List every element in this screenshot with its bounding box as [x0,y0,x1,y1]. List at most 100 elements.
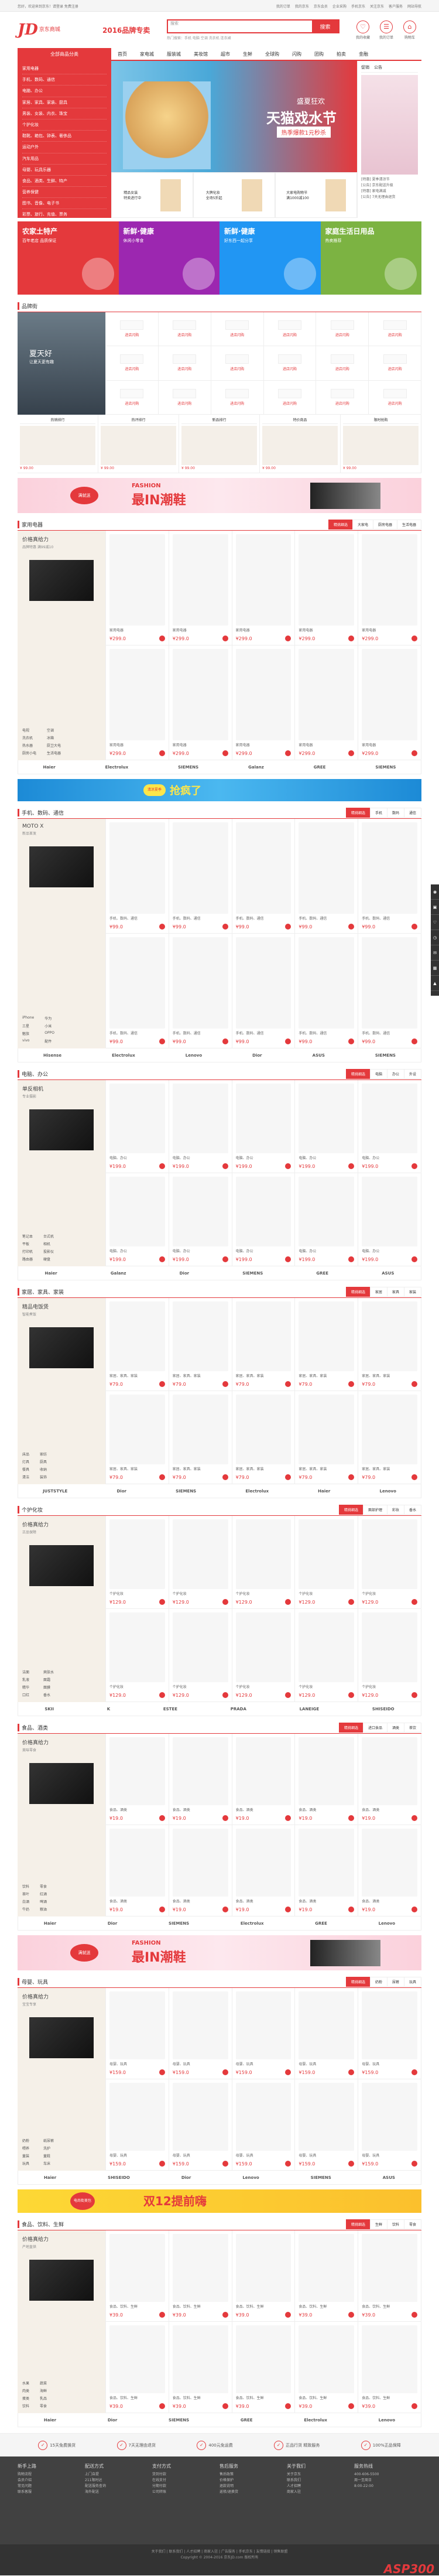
brand-logo-text[interactable]: Electrolux [112,1053,135,1058]
add-cart-icon[interactable] [222,1692,228,1698]
category-item[interactable]: 男装、女装、内衣、珠宝 [22,108,107,119]
floor-tab[interactable]: 数码 [386,808,404,818]
add-cart-icon[interactable] [222,1256,228,1262]
category-item[interactable]: 鞋靴、箱包、钟表、奢侈品 [22,131,107,142]
product-card[interactable]: 个护化妆 ¥129.0 [169,1516,232,1609]
floor-feature[interactable]: 价格真给力 美味零食 饮料 零食 茶叶 红酒 白酒 啤酒 牛奶 粮油 [18,1734,105,1916]
add-cart-icon[interactable] [285,2069,291,2075]
product-card[interactable]: 家用电器 ¥299.0 [358,531,421,645]
floor-tab[interactable]: 电脑 [369,1069,387,1079]
product-card[interactable]: 个护化妆 ¥129.0 [169,1609,232,1702]
add-cart-icon[interactable] [348,1256,355,1262]
nav-item[interactable]: 超市 [221,51,230,57]
footer-link[interactable]: 常见问题 [18,2483,85,2489]
product-card[interactable]: 电脑、办公 ¥199.0 [169,1173,232,1266]
service-item[interactable]: ✓ 15天免费换货 [38,2441,76,2450]
topbar-link[interactable]: 企业采购 [332,5,347,9]
brand-logo-text[interactable]: ASUS [382,1271,394,1276]
product-card[interactable]: 家用电器 ¥299.0 [232,531,296,645]
footer-link[interactable]: 周一至周日 [354,2478,421,2483]
add-cart-icon[interactable] [159,1163,165,1169]
brand-logo-text[interactable]: SIEMENS [178,765,198,770]
floor-tab[interactable]: 家居 [369,1287,387,1297]
product-card[interactable]: 食品、饮料、生鲜 ¥39.0 [358,2230,421,2322]
banner-thumb[interactable]: 大牌化妆 全场5折起 [193,172,275,218]
brand-logo-text[interactable]: SIEMENS [375,1053,396,1058]
brand-cell[interactable]: 进店闪购 [106,312,159,347]
product-card[interactable]: 家居、家具、家装 ¥79.0 [232,1298,296,1391]
orders-link[interactable]: ☰ 我的订单 [375,20,398,40]
floor-keyword[interactable]: 海鲜 [40,2388,47,2393]
add-cart-icon[interactable] [159,1256,165,1262]
search-input[interactable]: 搜索 [168,21,312,32]
brand-logo-text[interactable]: Lenovo [379,1921,395,1926]
brand-cell[interactable]: 进店闪购 [158,312,211,347]
floor-keyword[interactable]: 厨房小电 [22,750,36,756]
category-item[interactable]: 手机、数码、通信 [22,74,107,86]
brand-cell[interactable]: 进店闪购 [369,312,421,347]
floor-tab[interactable]: 彩妆 [386,1505,404,1515]
floor-keyword[interactable]: 装饰 [40,1474,47,1480]
floor-keyword[interactable]: 冰箱 [47,735,61,740]
news-item[interactable]: [公告] 京东配送升级 [361,183,418,189]
hot-keywords[interactable]: 热门搜索：手机 电脑 空调 洗衣机 连衣裙 [167,35,339,40]
floor-keyword[interactable]: 小米 [44,1023,56,1029]
floor-tab[interactable]: 精挑细选 [338,1723,363,1733]
floor-keyword[interactable]: 白酒 [22,1899,29,1904]
add-cart-icon[interactable] [222,750,228,756]
product-card[interactable]: 个护化妆 ¥129.0 [232,1609,296,1702]
add-cart-icon[interactable] [159,1038,165,1044]
add-cart-icon[interactable] [159,636,165,641]
floor-keyword[interactable]: 爽肤水 [43,1669,54,1675]
footer-link[interactable]: 返修/退换货 [220,2489,287,2495]
add-cart-icon[interactable] [285,750,291,756]
brand-logo-text[interactable]: ASUS [383,2175,395,2180]
add-cart-icon[interactable] [348,2403,355,2409]
product-card[interactable]: 母婴、玩具 ¥159.0 [358,2079,421,2171]
product-card[interactable]: 食品、酒类 ¥19.0 [358,1825,421,1916]
heart-side-icon[interactable]: ♡ [431,915,439,930]
nav-item[interactable]: 服装城 [167,51,181,57]
floor-keyword[interactable]: 硬盘 [43,1256,54,1262]
add-cart-icon[interactable] [411,1256,417,1262]
brand-logo-text[interactable]: Dior [252,1053,262,1058]
category-item[interactable]: 家用电器 [22,63,107,75]
add-cart-icon[interactable] [348,1907,355,1912]
floor-keyword[interactable]: 空调 [47,727,61,733]
add-cart-icon[interactable] [222,1474,228,1480]
brand-logo-text[interactable]: K [107,1707,110,1711]
floor-tab[interactable]: 精挑细选 [345,2219,371,2229]
floor-keyword[interactable]: 童装 [22,2153,33,2158]
brand-logo-text[interactable]: LANEIGE [300,1707,320,1711]
footer-link[interactable]: 退款说明 [220,2483,287,2489]
cart-link[interactable]: ⌂ 购物车 [398,20,421,40]
floor-keyword[interactable]: 红酒 [40,1891,47,1897]
product-card[interactable]: 母婴、玩具 ¥159.0 [106,2079,169,2171]
product-card[interactable]: 电脑、办公 ¥199.0 [295,1173,359,1266]
add-cart-icon[interactable] [159,1907,165,1912]
message-icon[interactable]: ✉ [431,945,439,961]
product-card[interactable]: 食品、酒类 ¥19.0 [232,1734,296,1825]
floor-keyword[interactable]: 香水 [43,1692,54,1697]
floor-keyword[interactable]: 洗护 [43,2145,54,2151]
category-item[interactable]: 运动户外 [22,142,107,153]
product-card[interactable]: 母婴、玩具 ¥159.0 [106,1988,169,2079]
brand-logo-text[interactable]: Lenovo [380,1489,396,1494]
brand-logo-text[interactable]: JUSTSTYLE [43,1489,67,1494]
floor-keyword[interactable]: 乳液 [22,1677,33,1682]
topbar-link[interactable]: 网站导航 [407,5,421,9]
topbar-link[interactable]: 手机京东 [351,5,365,9]
add-cart-icon[interactable] [222,2069,228,2075]
topbar-link[interactable]: 客户服务 [389,5,403,9]
floor-feature[interactable]: 价格真给力 品牌特惠 满99减10 电视 空调 洗衣机 冰箱 热水器 厨卫大电 厨房小电 生活电器 [18,531,105,760]
product-card[interactable]: 家用电器 ¥299.0 [106,531,169,645]
product-card[interactable]: 电脑、办公 ¥199.0 [232,1080,296,1173]
product-card[interactable]: 电脑、办公 ¥199.0 [106,1173,169,1266]
floor-keyword[interactable]: 喂养 [22,2145,33,2151]
footer-link[interactable]: 配送服务查询 [85,2483,152,2489]
floor-tab[interactable]: 厨房电器 [372,520,397,529]
cart-side-icon[interactable]: ▣ [431,900,439,915]
brand-logo-text[interactable]: GREE [314,765,326,770]
floor-keyword[interactable]: 蔬菜 [40,2380,47,2386]
brand-cell[interactable]: 进店闪购 [316,312,369,347]
